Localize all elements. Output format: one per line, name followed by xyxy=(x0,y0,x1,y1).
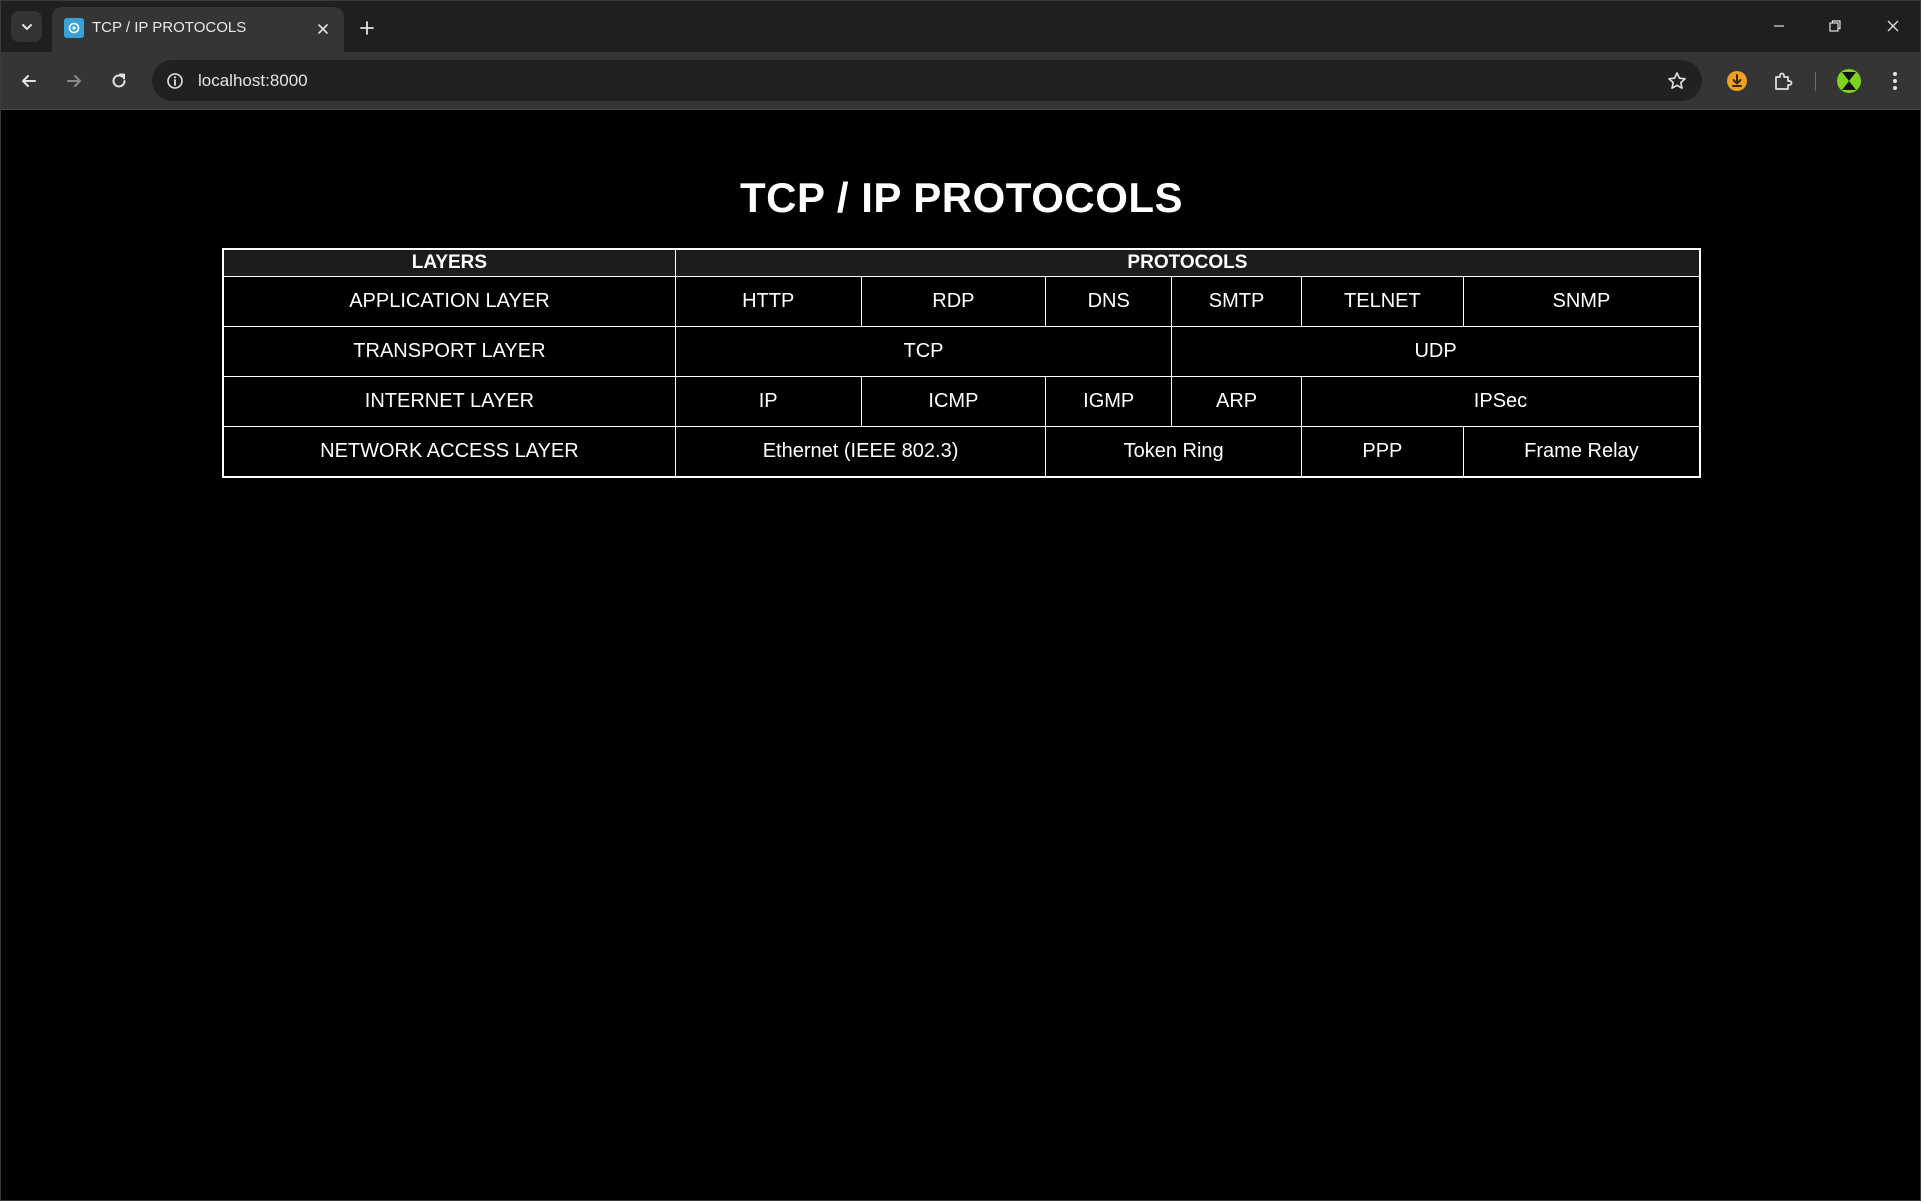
layer-cell: NETWORK ACCESS LAYER xyxy=(222,426,676,478)
protocol-cell: IP xyxy=(674,376,862,427)
header-protocols: PROTOCOLS xyxy=(674,248,1701,277)
address-bar[interactable]: localhost:8000 xyxy=(152,60,1702,101)
layer-cell: APPLICATION LAYER xyxy=(222,276,676,327)
tab-strip: TCP / IP PROTOCOLS xyxy=(1,1,1920,52)
close-icon xyxy=(318,24,328,34)
tab-title: TCP / IP PROTOCOLS xyxy=(92,19,247,36)
protocol-cell: IGMP xyxy=(1045,376,1173,427)
protocol-cell: ICMP xyxy=(860,376,1047,427)
minimize-icon xyxy=(1774,25,1784,27)
protocol-cell: TELNET xyxy=(1300,276,1464,327)
forward-button[interactable] xyxy=(56,63,92,99)
restore-icon xyxy=(1829,20,1841,32)
close-window-button[interactable] xyxy=(1873,9,1913,43)
protocol-cell: PPP xyxy=(1300,426,1464,478)
protocol-cell: TCP xyxy=(674,326,1173,377)
chevron-down-icon xyxy=(21,23,32,30)
protocol-cell: ARP xyxy=(1171,376,1302,427)
reload-icon xyxy=(112,73,126,88)
protocol-cell: Ethernet (IEEE 802.3) xyxy=(674,426,1047,478)
protocol-cell: IPSec xyxy=(1300,376,1701,427)
protocol-cell: UDP xyxy=(1171,326,1701,377)
profile-button[interactable] xyxy=(1831,63,1867,99)
table-row: TRANSPORT LAYER TCP UDP xyxy=(222,326,1701,377)
puzzle-icon xyxy=(1775,72,1793,90)
close-icon xyxy=(1887,20,1899,32)
protocol-cell: Frame Relay xyxy=(1462,426,1701,478)
layer-cell: INTERNET LAYER xyxy=(222,376,676,427)
protocol-cell: Token Ring xyxy=(1045,426,1302,478)
site-favicon-icon xyxy=(64,18,84,38)
protocol-cell: HTTP xyxy=(674,276,862,327)
tab-search-button[interactable] xyxy=(11,11,42,42)
page-content: TCP / IP PROTOCOLS LAYERS PROTOCOLS APPL… xyxy=(1,110,1920,1200)
arrow-left-icon xyxy=(22,75,36,87)
browser-toolbar: localhost:8000 xyxy=(1,52,1920,110)
layer-cell: TRANSPORT LAYER xyxy=(222,326,676,377)
kebab-menu-icon xyxy=(1893,72,1897,90)
new-tab-button[interactable] xyxy=(353,14,381,42)
header-layers: LAYERS xyxy=(222,248,676,277)
protocol-cell: DNS xyxy=(1045,276,1173,327)
url-text: localhost:8000 xyxy=(198,71,308,90)
profile-icon xyxy=(1837,69,1861,93)
active-tab[interactable]: TCP / IP PROTOCOLS xyxy=(52,7,344,52)
tab-close-button[interactable] xyxy=(312,18,334,40)
table-row: NETWORK ACCESS LAYER Ethernet (IEEE 802.… xyxy=(222,426,1701,478)
site-info-button[interactable] xyxy=(162,68,188,94)
protocol-cell: SNMP xyxy=(1462,276,1701,327)
protocol-cell: SMTP xyxy=(1171,276,1302,327)
back-button[interactable] xyxy=(11,63,47,99)
download-button[interactable] xyxy=(1719,63,1755,99)
toolbar-divider xyxy=(1815,72,1816,91)
reload-button[interactable] xyxy=(101,63,137,99)
extensions-button[interactable] xyxy=(1765,63,1801,99)
minimize-button[interactable] xyxy=(1759,9,1799,43)
table-header-row: LAYERS PROTOCOLS xyxy=(222,248,1701,277)
bookmark-button[interactable] xyxy=(1662,66,1692,96)
table-row: INTERNET LAYER IP ICMP IGMP ARP IPSec xyxy=(222,376,1701,427)
browser-menu-button[interactable] xyxy=(1877,63,1913,99)
restore-button[interactable] xyxy=(1815,9,1855,43)
info-icon xyxy=(167,73,183,89)
protocols-table: LAYERS PROTOCOLS APPLICATION LAYER HTTP … xyxy=(222,248,1701,478)
table-row: APPLICATION LAYER HTTP RDP DNS SMTP TELN… xyxy=(222,276,1701,327)
arrow-right-icon xyxy=(67,75,81,87)
page-title: TCP / IP PROTOCOLS xyxy=(739,174,1184,221)
protocol-cell: RDP xyxy=(860,276,1047,327)
download-icon xyxy=(1727,71,1747,91)
star-icon xyxy=(1668,72,1686,89)
browser-window: TCP / IP PROTOCOLS localhost:8000 TCP / … xyxy=(0,0,1921,1201)
plus-icon xyxy=(360,21,374,35)
